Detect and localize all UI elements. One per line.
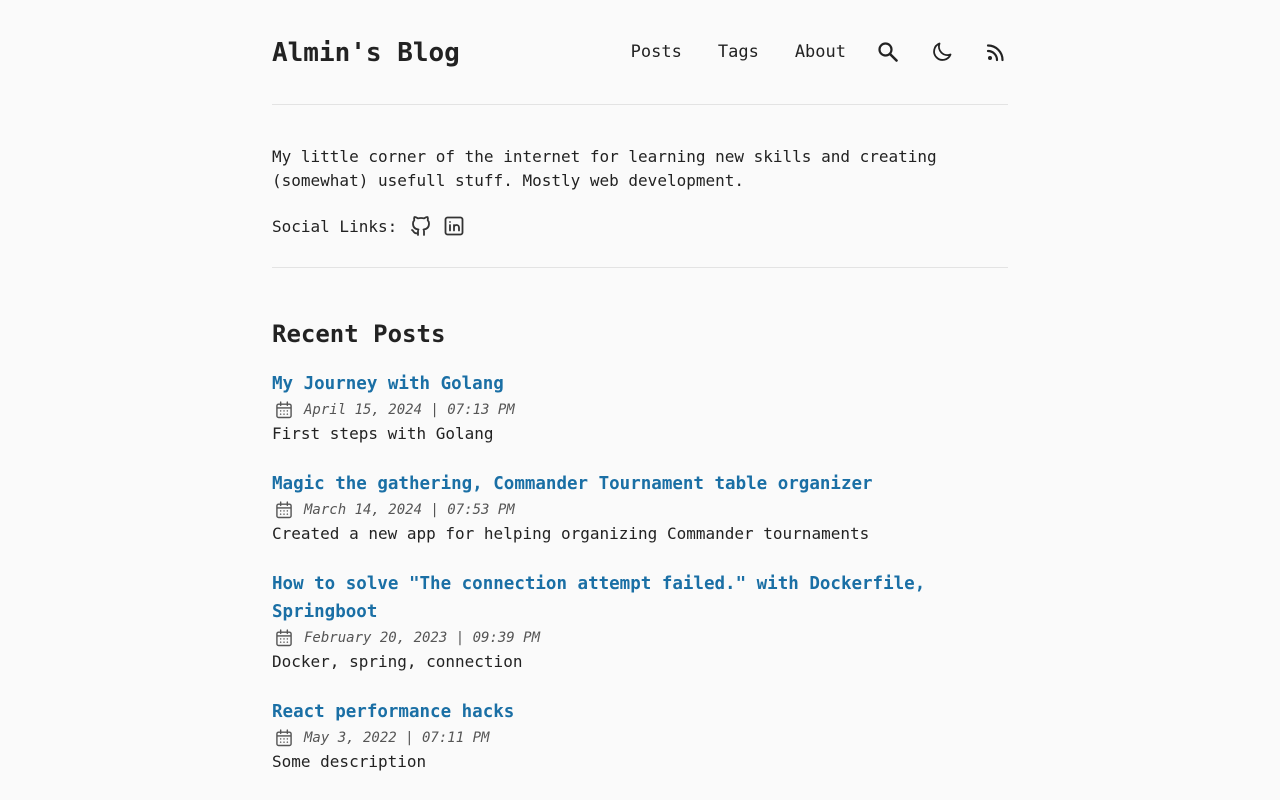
- post-date: April 15, 2024 | 07:13 PM: [304, 402, 515, 418]
- main-nav: Posts Tags About: [631, 36, 1008, 68]
- post-item: React performance hacks May 3, 2022 | 07…: [272, 698, 1008, 774]
- calendar-icon: [272, 498, 296, 522]
- calendar-icon: [272, 626, 296, 650]
- page-container: Almin's Blog Posts Tags About My little …: [272, 0, 1008, 798]
- search-button[interactable]: [876, 40, 900, 64]
- post-item: My Journey with Golang April 15, 2024 | …: [272, 370, 1008, 446]
- nav-tags[interactable]: Tags: [718, 36, 759, 68]
- post-item: How to solve "The connection attempt fai…: [272, 570, 1008, 674]
- social-links: Social Links:: [272, 213, 1008, 239]
- linkedin-link[interactable]: [442, 214, 466, 238]
- calendar-icon: [272, 726, 296, 750]
- intro-text: My little corner of the internet for lea…: [272, 147, 937, 190]
- post-date: May 3, 2022 | 07:11 PM: [304, 730, 490, 746]
- post-date: March 14, 2024 | 07:53 PM: [304, 502, 515, 518]
- post-meta: April 15, 2024 | 07:13 PM: [272, 398, 1008, 422]
- intro-section: My little corner of the internet for lea…: [272, 105, 1008, 268]
- post-meta: May 3, 2022 | 07:11 PM: [272, 726, 1008, 750]
- recent-posts-title: Recent Posts: [272, 320, 446, 348]
- rss-button[interactable]: [984, 40, 1008, 64]
- post-title-link[interactable]: Magic the gathering, Commander Tournamen…: [272, 470, 972, 498]
- calendar-icon: [272, 398, 296, 422]
- recent-posts-section: Recent Posts My Journey with Golang Apri…: [272, 316, 1008, 774]
- post-description: Created a new app for helping organizing…: [272, 524, 870, 543]
- post-title-link[interactable]: My Journey with Golang: [272, 370, 972, 398]
- post-item: Magic the gathering, Commander Tournamen…: [272, 470, 1008, 546]
- nav-posts[interactable]: Posts: [631, 36, 682, 68]
- linkedin-icon: [444, 216, 464, 236]
- github-link[interactable]: [409, 214, 433, 238]
- post-list: My Journey with Golang April 15, 2024 | …: [272, 370, 1008, 774]
- post-date: February 20, 2023 | 09:39 PM: [304, 630, 541, 646]
- social-links-label: Social Links:: [272, 216, 398, 236]
- site-header: Almin's Blog Posts Tags About: [272, 0, 1008, 105]
- post-description: Some description: [272, 752, 427, 771]
- post-description: Docker, spring, connection: [272, 652, 523, 671]
- search-icon: [878, 42, 898, 62]
- github-icon: [411, 216, 431, 236]
- rss-icon: [986, 44, 1004, 62]
- site-logo[interactable]: Almin's Blog: [272, 34, 460, 72]
- post-title-link[interactable]: React performance hacks: [272, 698, 972, 726]
- moon-icon: [933, 42, 952, 61]
- post-description: First steps with Golang: [272, 424, 494, 443]
- post-meta: March 14, 2024 | 07:53 PM: [272, 498, 1008, 522]
- nav-about[interactable]: About: [795, 36, 846, 68]
- post-meta: February 20, 2023 | 09:39 PM: [272, 626, 1008, 650]
- post-title-link[interactable]: How to solve "The connection attempt fai…: [272, 570, 972, 626]
- theme-toggle-button[interactable]: [930, 40, 954, 64]
